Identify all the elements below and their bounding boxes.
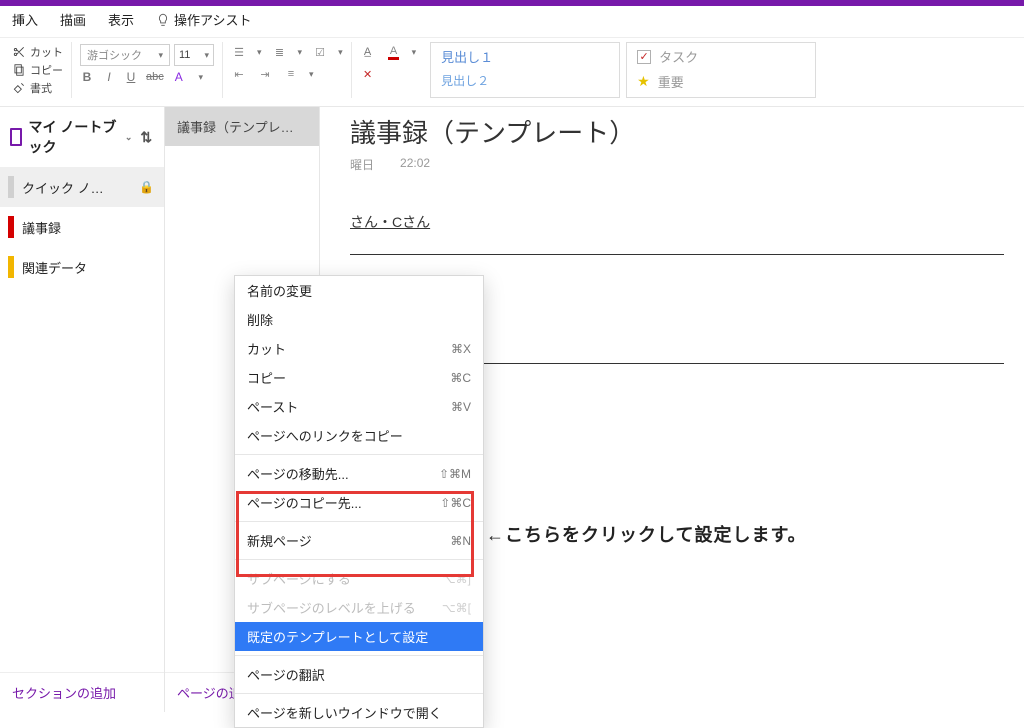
- brush-icon: [12, 81, 26, 95]
- ctx-copyto[interactable]: ページのコピー先...⇧⌘C: [235, 488, 483, 517]
- page-date: 曜日 22:02: [350, 156, 1004, 173]
- tag-task[interactable]: ✓タスク: [637, 47, 805, 66]
- ctx-copy[interactable]: コピー⌘C: [235, 363, 483, 392]
- menu-separator: [235, 655, 483, 656]
- tags-gallery[interactable]: ✓タスク ★重要: [626, 42, 816, 98]
- menu-insert[interactable]: 挿入: [12, 10, 38, 29]
- paragraph-group: ☰▾ ≣▾ ☑▾ ⇤ ⇥ ≡▾: [229, 42, 352, 98]
- ctx-open-new-window[interactable]: ページを新しいウインドウで開く: [235, 698, 483, 727]
- underline-button[interactable]: U: [124, 70, 138, 84]
- add-section-button[interactable]: セクションの追加: [0, 672, 164, 712]
- menu-separator: [235, 693, 483, 694]
- section-color-tab: [8, 216, 14, 238]
- attendees-line: さん・Cさん: [350, 209, 1004, 236]
- indent-button[interactable]: ⇥: [257, 66, 273, 82]
- ctx-set-default-template[interactable]: 既定のテンプレートとして設定: [235, 622, 483, 651]
- ctx-moveto[interactable]: ページの移動先...⇧⌘M: [235, 459, 483, 488]
- ctx-rename[interactable]: 名前の変更: [235, 276, 483, 305]
- format-group: A̲ A▾ ✕: [358, 42, 425, 98]
- number-list-button[interactable]: ≣: [272, 44, 288, 60]
- page-item-template[interactable]: 議事録（テンプレ…: [165, 107, 319, 146]
- style-h2[interactable]: 見出し２: [441, 72, 609, 89]
- outdent-button[interactable]: ⇤: [231, 66, 247, 82]
- bold-button[interactable]: B: [80, 70, 94, 84]
- style-h1[interactable]: 見出し１: [441, 47, 609, 66]
- sort-button[interactable]: ⇅: [138, 129, 154, 146]
- ctx-translate[interactable]: ページの翻訳: [235, 660, 483, 689]
- strike-button[interactable]: abc: [146, 71, 164, 83]
- page-context-menu: 名前の変更 削除 カット⌘X コピー⌘C ペースト⌘V ページへのリンクをコピー…: [234, 275, 484, 728]
- ribbon: カット コピー 書式 游ゴシック▾ 11▾ B I U abc A ▾ ☰▾ ≣…: [0, 38, 1024, 107]
- chevron-down-icon: ⌄: [125, 132, 133, 143]
- cut-button[interactable]: カット: [12, 44, 63, 60]
- menubar: 挿入 描画 表示 操作アシスト: [0, 6, 1024, 38]
- font-color-button[interactable]: A: [386, 44, 402, 60]
- section-kanren[interactable]: 関連データ: [0, 247, 164, 287]
- menu-view[interactable]: 表示: [108, 10, 134, 29]
- section-color-tab: [8, 176, 14, 198]
- section-quicknotes[interactable]: クイック ノ…🔒: [0, 167, 164, 207]
- divider: [350, 254, 1004, 255]
- ctx-newpage[interactable]: 新規ページ⌘N: [235, 526, 483, 555]
- section-gijiroku[interactable]: 議事録: [0, 207, 164, 247]
- copy-icon: [12, 63, 26, 77]
- ctx-cut[interactable]: カット⌘X: [235, 334, 483, 363]
- ctx-delete[interactable]: 削除: [235, 305, 483, 334]
- chevron-down-icon: ▾: [204, 50, 209, 61]
- copy-button[interactable]: コピー: [12, 62, 63, 78]
- font-size-select[interactable]: 11▾: [174, 44, 214, 66]
- format-painter-button[interactable]: 書式: [12, 80, 63, 96]
- italic-button[interactable]: I: [102, 70, 116, 84]
- notebook-icon: [10, 128, 22, 146]
- tag-important[interactable]: ★重要: [637, 72, 805, 91]
- star-icon: ★: [637, 73, 650, 90]
- font-group: 游ゴシック▾ 11▾ B I U abc A ▾: [78, 42, 223, 98]
- chevron-down-icon: ▾: [158, 50, 163, 61]
- ctx-copylink[interactable]: ページへのリンクをコピー: [235, 421, 483, 450]
- menu-separator: [235, 521, 483, 522]
- font-name-select[interactable]: 游ゴシック▾: [80, 44, 170, 66]
- menu-draw[interactable]: 描画: [60, 10, 86, 29]
- menu-separator: [235, 559, 483, 560]
- clear-all-button[interactable]: ✕: [360, 66, 376, 82]
- annotation-text: ←こちらをクリックして設定します。: [486, 521, 807, 547]
- lightbulb-icon: [156, 13, 170, 27]
- scissors-icon: [12, 45, 26, 59]
- clear-format-button[interactable]: A: [172, 70, 186, 84]
- menu-assist[interactable]: 操作アシスト: [156, 10, 251, 29]
- menu-separator: [235, 454, 483, 455]
- sections-pane: マイ ノートブック ⌄ ⇅ クイック ノ…🔒 議事録 関連データ セクションの追…: [0, 107, 165, 712]
- bullet-list-button[interactable]: ☰: [231, 44, 247, 60]
- styles-gallery[interactable]: 見出し１ 見出し２: [430, 42, 620, 98]
- highlight-button[interactable]: A̲: [360, 44, 376, 60]
- check-list-button[interactable]: ☑: [312, 44, 328, 60]
- ctx-makesubpage: サブページにする⌥⌘]: [235, 564, 483, 593]
- checkbox-icon: ✓: [637, 50, 651, 64]
- align-button[interactable]: ≡: [283, 66, 299, 82]
- ctx-promotesubpage: サブページのレベルを上げる⌥⌘[: [235, 593, 483, 622]
- ctx-paste[interactable]: ペースト⌘V: [235, 392, 483, 421]
- page-title[interactable]: 議事録（テンプレート）: [350, 113, 1004, 150]
- lock-icon: 🔒: [139, 180, 154, 194]
- clipboard-group: カット コピー 書式: [10, 42, 72, 98]
- section-color-tab: [8, 256, 14, 278]
- workspace: マイ ノートブック ⌄ ⇅ クイック ノ…🔒 議事録 関連データ セクションの追…: [0, 107, 1024, 712]
- notebook-header[interactable]: マイ ノートブック ⌄ ⇅: [0, 107, 164, 167]
